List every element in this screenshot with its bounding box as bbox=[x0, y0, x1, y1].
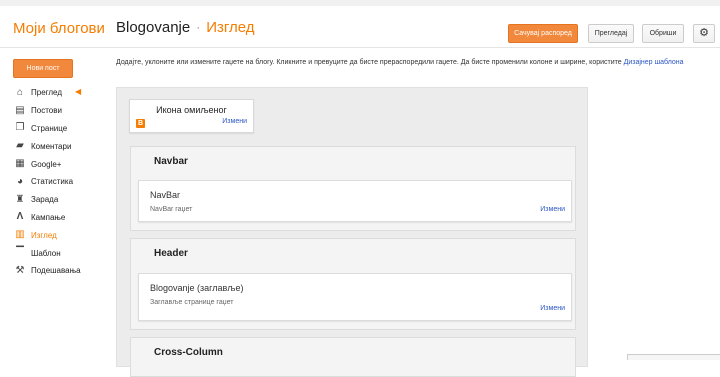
header-gadget[interactable]: Blogovanje (заглавље) Заглавље странице … bbox=[138, 273, 572, 321]
sidebar-item-stats[interactable]: ◕ Статистика bbox=[0, 173, 110, 191]
sidebar-nav: ⌂ Преглед ◀ ▤ Постови ❐ Странице ▰ Коментари … bbox=[0, 84, 110, 280]
blogger-icon: B bbox=[136, 119, 145, 128]
gadget-type: NavBar гаџет bbox=[150, 206, 193, 213]
breadcrumb: Blogovanje · Изглед bbox=[116, 19, 255, 36]
template-icon: ▔ bbox=[16, 247, 24, 259]
section-cross-column: Cross-Column bbox=[130, 337, 576, 377]
edit-link[interactable]: Измени bbox=[540, 305, 565, 312]
section-title: Cross-Column bbox=[154, 347, 223, 358]
blog-name[interactable]: Blogovanje bbox=[116, 19, 190, 36]
home-icon: ⌂ bbox=[16, 86, 24, 98]
sidebar-item-label: Постови bbox=[31, 106, 62, 116]
gadget-name: Blogovanje (заглавље) bbox=[150, 283, 244, 293]
navbar-gadget[interactable]: NavBar NavBar гаџет Измени bbox=[138, 180, 572, 222]
page-title: Изглед bbox=[206, 19, 255, 36]
preview-button[interactable]: Прегледај bbox=[588, 24, 634, 43]
sidebar: Нови пост ⌂ Преглед ◀ ▤ Постови ❐ Странице ▰… bbox=[0, 48, 110, 360]
posts-icon: ▤ bbox=[15, 104, 25, 116]
sidebar-item-comments[interactable]: ▰ Коментари bbox=[0, 137, 110, 155]
delete-button[interactable]: Обриши bbox=[642, 24, 684, 43]
sidebar-item-label: Статистика bbox=[31, 177, 74, 187]
campaigns-icon: Λ bbox=[16, 211, 24, 223]
template-designer-link[interactable]: Дизајнер шаблона bbox=[624, 59, 684, 66]
gadget-type: Заглавље странице гаџет bbox=[150, 299, 234, 306]
wrench-icon: ⚒ bbox=[15, 264, 25, 276]
sidebar-item-settings[interactable]: ⚒ Подешавања bbox=[0, 262, 110, 280]
section-title: Navbar bbox=[154, 156, 188, 167]
scrollbar-corner bbox=[627, 354, 720, 360]
section-header: Header Blogovanje (заглавље) Заглавље ст… bbox=[130, 238, 576, 330]
comments-icon: ▰ bbox=[16, 140, 24, 152]
sidebar-item-label: Преглед bbox=[31, 88, 62, 98]
megaphone-icon: ◀ bbox=[75, 87, 82, 96]
sidebar-item-label: Зарада bbox=[31, 195, 59, 205]
my-blogs-link[interactable]: Моји блогови bbox=[13, 20, 105, 37]
sidebar-item-template[interactable]: ▔ Шаблон bbox=[0, 244, 110, 262]
edit-link[interactable]: Измени bbox=[540, 206, 565, 213]
gadget-title: Икона омиљеног bbox=[156, 105, 227, 115]
sidebar-item-label: Подешавања bbox=[31, 266, 81, 276]
sidebar-item-label: Странице bbox=[31, 123, 68, 133]
favicon-gadget[interactable]: Икона омиљеног B Измени bbox=[129, 99, 254, 133]
sidebar-item-google-plus[interactable]: ▦ Google+ bbox=[0, 155, 110, 173]
intro-description: Додајте, уклоните или измените гаџете на… bbox=[116, 59, 622, 66]
sidebar-item-label: Шаблон bbox=[31, 248, 61, 258]
section-navbar: Navbar NavBar NavBar гаџет Измени bbox=[130, 146, 576, 231]
layout-icon: ▥ bbox=[15, 229, 25, 241]
sidebar-item-campaigns[interactable]: Λ Кампање bbox=[0, 209, 110, 227]
sidebar-item-label: Коментари bbox=[31, 141, 72, 151]
edit-link[interactable]: Измени bbox=[222, 118, 247, 125]
breadcrumb-separator: · bbox=[196, 20, 201, 34]
sidebar-item-layout[interactable]: ▥ Изглед bbox=[0, 226, 110, 244]
sidebar-item-earnings[interactable]: ♜ Зарада bbox=[0, 191, 110, 209]
gear-icon[interactable]: ⚙ bbox=[693, 24, 715, 43]
section-title: Header bbox=[154, 248, 188, 259]
google-plus-icon: ▦ bbox=[15, 158, 25, 170]
intro-text: Додајте, уклоните или измените гаџете на… bbox=[116, 58, 711, 68]
sidebar-item-pages[interactable]: ❐ Странице bbox=[0, 120, 110, 138]
sidebar-item-label: Изглед bbox=[31, 230, 57, 240]
earnings-icon: ♜ bbox=[15, 193, 25, 205]
save-arrangement-button[interactable]: Сачувај распоред bbox=[508, 24, 578, 43]
layout-canvas: Икона омиљеног B Измени Navbar NavBar Na… bbox=[116, 87, 588, 377]
sidebar-item-posts[interactable]: ▤ Постови bbox=[0, 102, 110, 120]
pages-icon: ❐ bbox=[15, 122, 25, 134]
stats-icon: ◕ bbox=[16, 175, 24, 187]
new-post-button[interactable]: Нови пост bbox=[13, 59, 73, 78]
header-bar: Моји блогови Blogovanje · Изглед Сачувај р… bbox=[0, 6, 720, 48]
gadget-name: NavBar bbox=[150, 190, 181, 200]
sidebar-item-label: Кампање bbox=[31, 212, 66, 222]
sidebar-item-label: Google+ bbox=[31, 159, 62, 169]
sidebar-item-overview[interactable]: ⌂ Преглед ◀ bbox=[0, 84, 110, 102]
